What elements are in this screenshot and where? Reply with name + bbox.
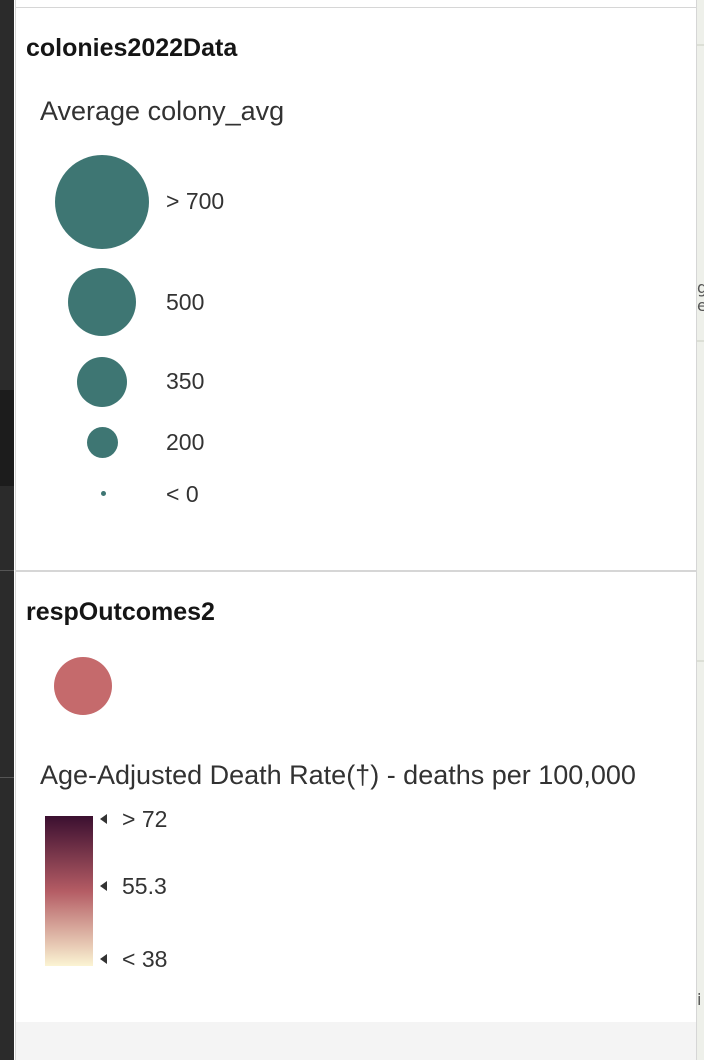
ramp-tick-icon xyxy=(100,881,107,891)
map-view-edge[interactable]: g e i xyxy=(697,0,704,1060)
layer-symbol-resp-outcomes xyxy=(54,657,112,715)
layer-title-resp-outcomes: respOutcomes2 xyxy=(26,598,215,626)
size-symbol-700 xyxy=(55,155,149,249)
sidebar-divider xyxy=(0,777,14,778)
size-label: < 0 xyxy=(166,481,199,507)
legend-divider xyxy=(16,7,696,8)
size-label: 350 xyxy=(166,368,205,394)
size-symbol-200 xyxy=(87,427,118,458)
ramp-tick-icon xyxy=(100,814,107,824)
legend-footer-area xyxy=(16,1022,696,1060)
sidebar-divider xyxy=(0,570,14,571)
legend-divider xyxy=(16,570,696,572)
map-road xyxy=(697,44,704,46)
app-sidebar-edge xyxy=(0,0,14,1060)
field-title-death-rate: Age-Adjusted Death Rate(†) - deaths per … xyxy=(40,760,636,790)
size-label: > 700 xyxy=(166,188,225,214)
map-label-fragment: i xyxy=(697,990,702,1009)
ramp-label: > 72 xyxy=(122,806,168,832)
ramp-label: < 38 xyxy=(122,946,168,972)
map-road xyxy=(697,660,704,662)
legend-screen: g e i colonies2022Data Average colony_av… xyxy=(0,0,704,1060)
color-ramp xyxy=(45,816,93,966)
legend-panel: colonies2022Data Average colony_avg > 70… xyxy=(15,0,697,1060)
map-label-fragment: e xyxy=(697,296,704,315)
sidebar-active-segment xyxy=(0,390,14,486)
ramp-label: 55.3 xyxy=(122,873,167,899)
size-symbol-350 xyxy=(77,357,127,407)
map-label-fragment: g xyxy=(697,278,704,297)
size-symbol-500 xyxy=(68,268,136,336)
layer-title-colonies: colonies2022Data xyxy=(26,34,238,62)
ramp-tick-icon xyxy=(100,954,107,964)
map-road xyxy=(697,340,704,342)
size-label: 500 xyxy=(166,289,205,315)
field-title-colony-avg: Average colony_avg xyxy=(40,96,285,126)
size-symbol-0 xyxy=(101,491,106,496)
size-label: 200 xyxy=(166,429,205,455)
